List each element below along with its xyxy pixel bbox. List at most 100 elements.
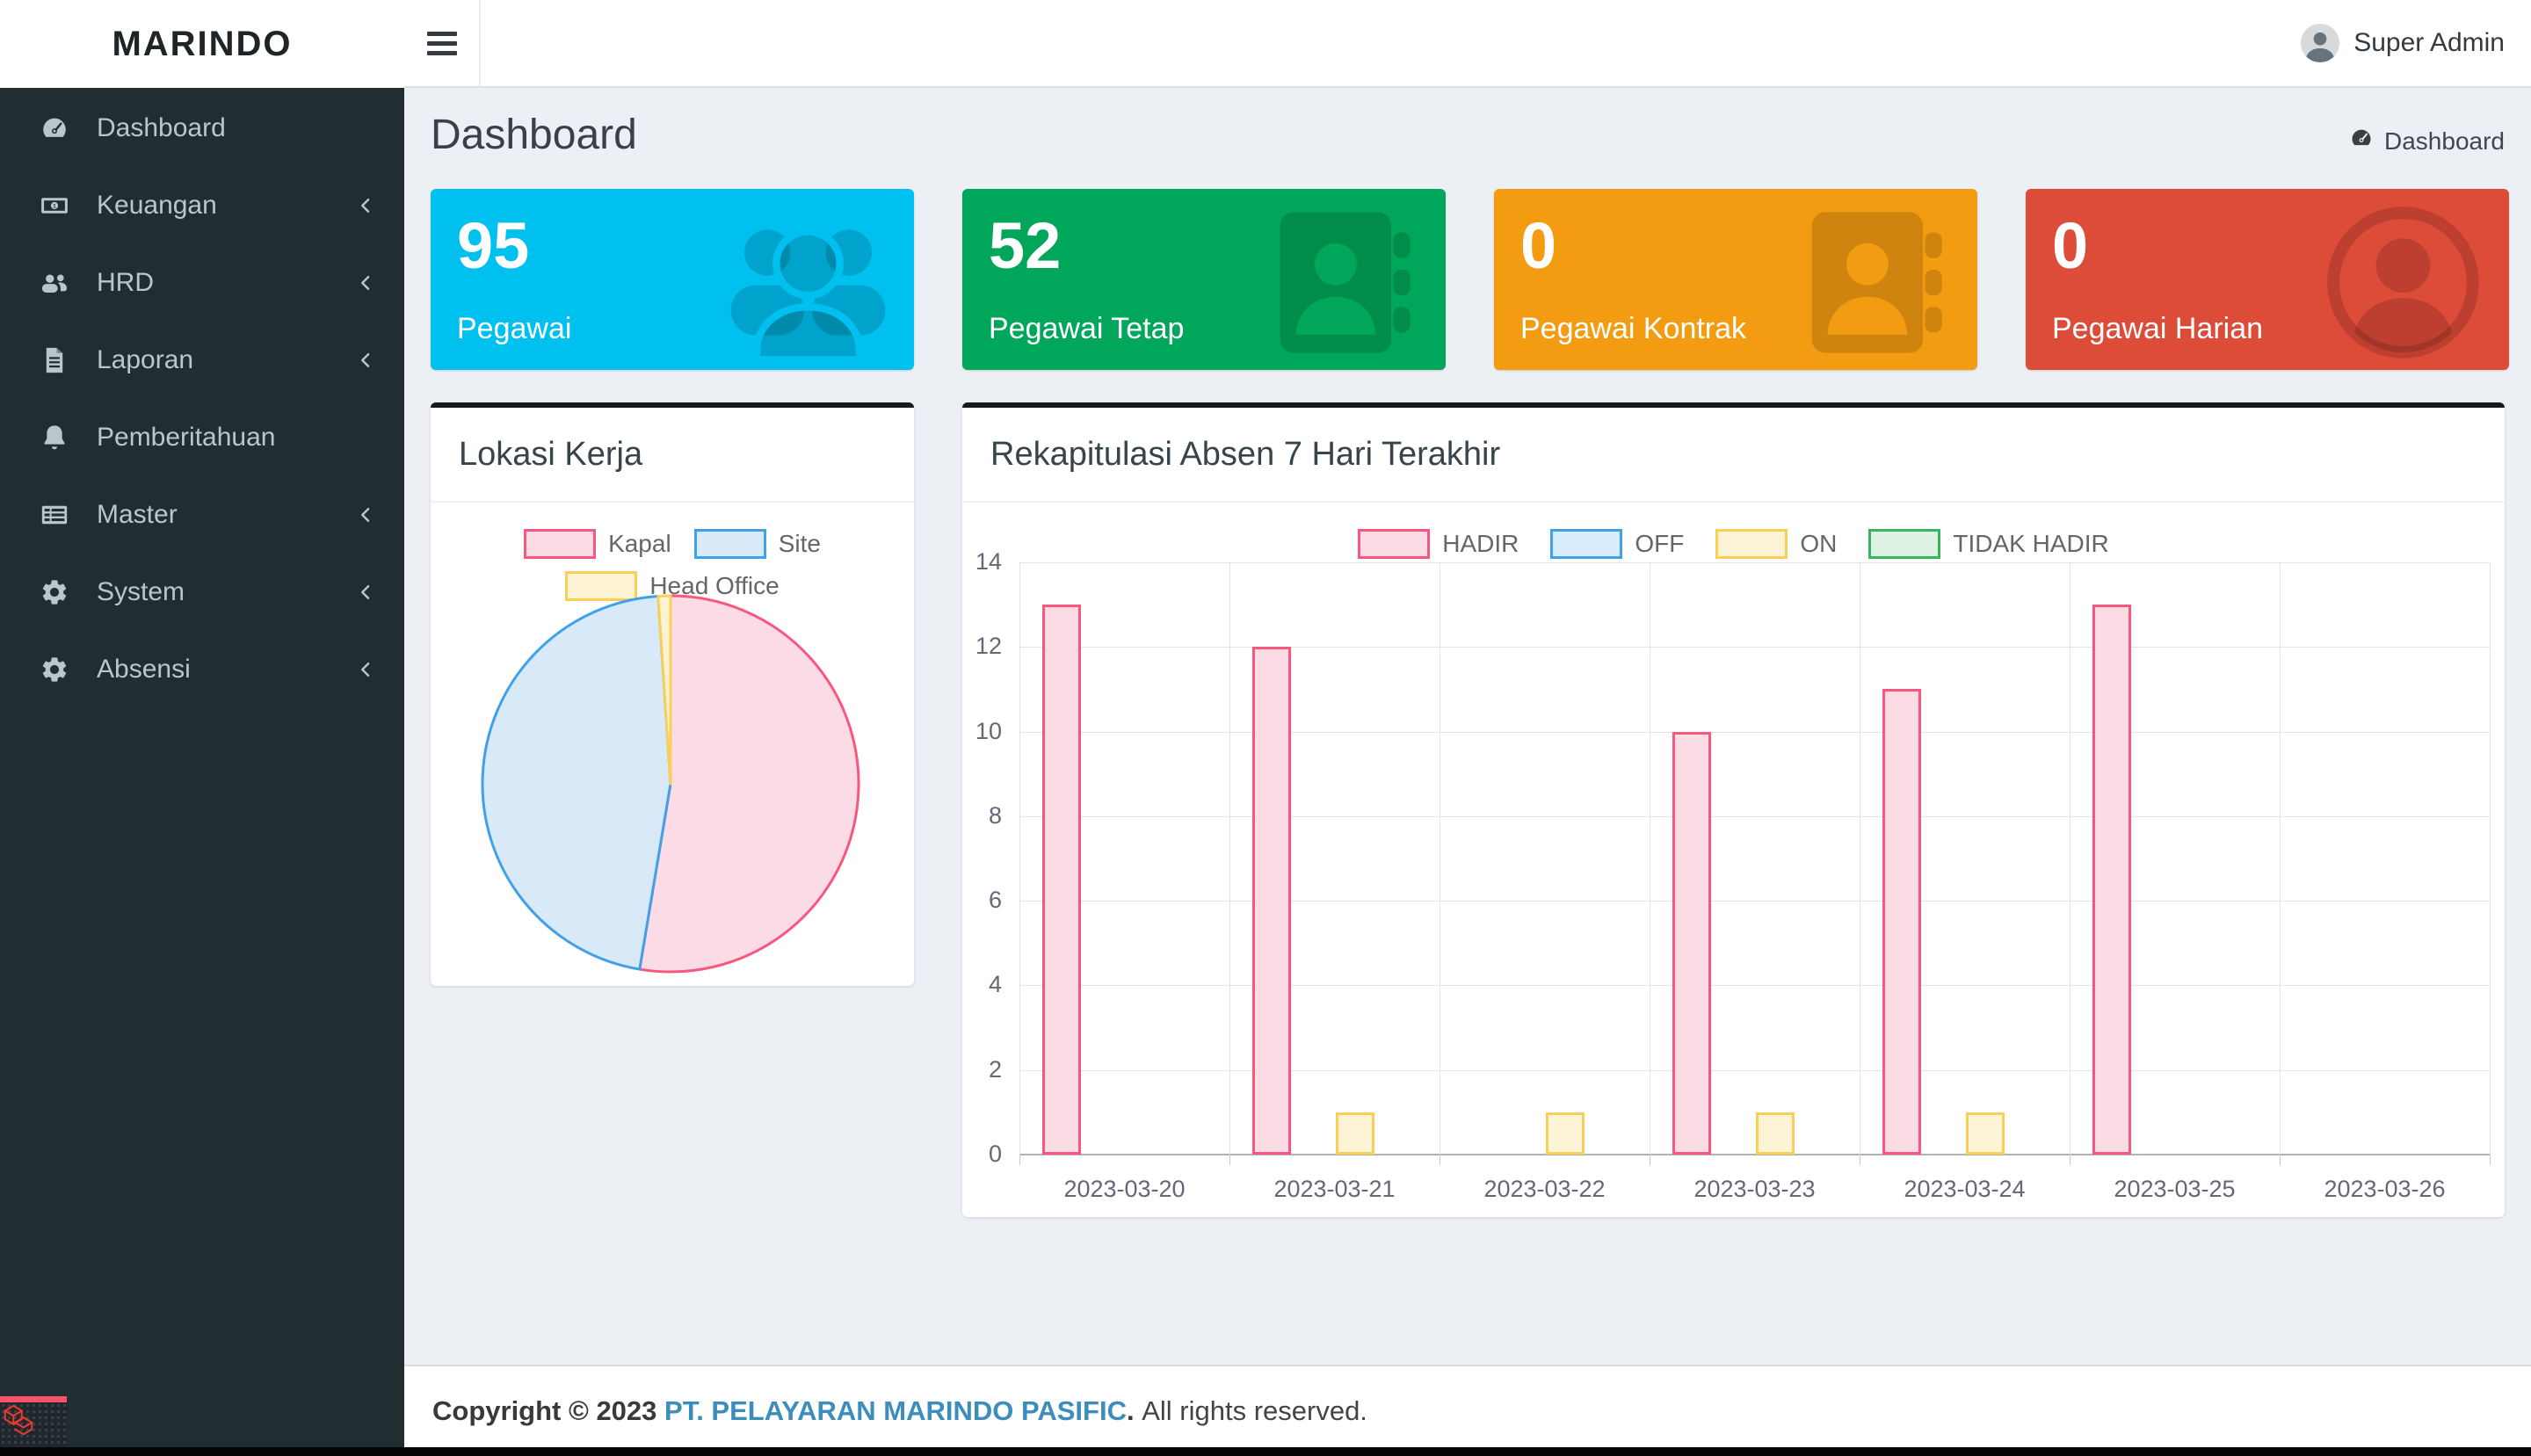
legend-item-on[interactable]: ON xyxy=(1715,529,1837,559)
legend-item-kapal[interactable]: Kapal xyxy=(524,529,671,559)
y-axis-tick-label: 8 xyxy=(951,802,1002,829)
company-link[interactable]: PT. PELAYARAN MARINDO PASIFIC xyxy=(664,1395,1127,1427)
gauge-icon xyxy=(37,113,72,143)
y-axis-tick-label: 6 xyxy=(951,887,1002,914)
y-axis-tick-label: 10 xyxy=(951,718,1002,745)
chevron-left-icon xyxy=(353,271,378,295)
debugbar-collapsed-strip xyxy=(0,1447,2531,1456)
gridline-vertical xyxy=(2490,562,2491,1155)
bar-on-2023-03-21 xyxy=(1336,1112,1374,1155)
stat-value: 0 xyxy=(2052,208,2088,283)
legend-swatch xyxy=(1868,529,1940,559)
sidebar-item-absensi[interactable]: Absensi xyxy=(0,631,404,708)
navbar-divider xyxy=(479,0,481,86)
user-circle-icon xyxy=(2322,201,2484,368)
legend-label: Site xyxy=(779,530,821,558)
sidebar-item-laporan[interactable]: Laporan xyxy=(0,322,404,399)
pie-slice-site xyxy=(482,596,671,969)
x-axis-category-label: 2023-03-24 xyxy=(1860,1176,2070,1203)
bar-on-2023-03-23 xyxy=(1756,1112,1795,1155)
stat-value: 0 xyxy=(1520,208,1556,283)
sidebar-item-system[interactable]: System xyxy=(0,554,404,631)
chevron-left-icon xyxy=(353,657,378,682)
users-icon xyxy=(37,268,72,298)
sidebar-item-master[interactable]: Master xyxy=(0,476,404,554)
sidebar-item-label: Dashboard xyxy=(97,113,378,143)
sidebar-item-keuangan[interactable]: 1 Keuangan xyxy=(0,167,404,244)
copyright-text: Copyright © 2023 xyxy=(432,1395,656,1427)
user-menu[interactable]: Super Admin xyxy=(2301,0,2505,86)
sidebar-item-pemberitahuan[interactable]: Pemberitahuan xyxy=(0,399,404,476)
stat-label: Pegawai Tetap xyxy=(989,312,1184,346)
footer-dot: . xyxy=(1127,1395,1135,1427)
legend-item-hadir[interactable]: HADIR xyxy=(1358,529,1519,559)
chevron-left-icon xyxy=(353,193,378,218)
legend-swatch xyxy=(1715,529,1788,559)
gear-icon xyxy=(37,577,72,607)
rights-text: All rights reserved. xyxy=(1142,1395,1367,1427)
stat-card-pegawai-harian: 0 Pegawai Harian xyxy=(2026,189,2509,370)
pie-chart xyxy=(468,582,873,986)
x-axis-category-label: 2023-03-22 xyxy=(1440,1176,1650,1203)
y-axis-tick-label: 12 xyxy=(951,633,1002,660)
sidebar-item-label: Keuangan xyxy=(97,191,353,221)
x-axis-category-label: 2023-03-23 xyxy=(1650,1176,1860,1203)
gridline-horizontal xyxy=(1019,562,2490,563)
legend-swatch xyxy=(1358,529,1430,559)
top-navbar: Super Admin xyxy=(404,0,2531,88)
bar-legend: HADIR OFF ON TIDAK HADIR xyxy=(962,529,2505,559)
legend-label: HADIR xyxy=(1442,530,1519,558)
laravel-debugbar-toggle[interactable] xyxy=(0,1396,67,1447)
sidebar-item-label: Absensi xyxy=(97,655,353,685)
user-avatar xyxy=(2301,24,2339,62)
lokasi-kerja-card: Lokasi Kerja KapalSiteHead Office xyxy=(431,402,914,986)
stat-value: 95 xyxy=(457,208,529,283)
chevron-left-icon xyxy=(353,503,378,527)
x-axis-tick xyxy=(2280,1155,2281,1165)
address-book-icon xyxy=(1790,201,1953,368)
sidebar-item-hrd[interactable]: HRD xyxy=(0,244,404,322)
stat-label: Pegawai Harian xyxy=(2052,312,2263,346)
sidebar: MARINDO Dashboard 1 Keuangan HRD LaporanPemb… xyxy=(0,0,404,1456)
gridline-vertical xyxy=(1019,562,1020,1155)
stat-card-pegawai: 95Pegawai xyxy=(431,189,914,370)
stat-card-pegawai-tetap: 52Pegawai Tetap xyxy=(962,189,1446,370)
table-list-icon xyxy=(37,500,72,530)
chevron-left-icon xyxy=(353,348,378,373)
x-axis-line xyxy=(1019,1154,2490,1155)
gridline-vertical xyxy=(2280,562,2281,1155)
x-axis-category-label: 2023-03-26 xyxy=(2280,1176,2490,1203)
breadcrumb[interactable]: Dashboard xyxy=(2349,126,2505,156)
page-title: Dashboard xyxy=(431,111,637,159)
rekapitulasi-absen-card: Rekapitulasi Absen 7 Hari Terakhir HADIR… xyxy=(962,402,2505,1217)
legend-item-site[interactable]: Site xyxy=(694,529,821,559)
bar-hadir-2023-03-23 xyxy=(1672,732,1711,1155)
bar-on-2023-03-22 xyxy=(1546,1112,1585,1155)
hamburger-icon[interactable] xyxy=(427,32,461,56)
brand-logo[interactable]: MARINDO xyxy=(0,0,404,88)
file-icon xyxy=(37,345,72,375)
gridline-horizontal xyxy=(1019,816,2490,817)
legend-swatch xyxy=(524,529,596,559)
legend-item-off[interactable]: OFF xyxy=(1550,529,1684,559)
bell-icon xyxy=(37,423,72,453)
bar-hadir-2023-03-25 xyxy=(2092,605,2131,1155)
breadcrumb-item: Dashboard xyxy=(2384,127,2505,156)
x-axis-tick xyxy=(1229,1155,1230,1165)
legend-item-tidak-hadir[interactable]: TIDAK HADIR xyxy=(1868,529,2108,559)
gridline-horizontal xyxy=(1019,985,2490,986)
y-axis-tick-label: 4 xyxy=(951,971,1002,998)
x-axis-category-label: 2023-03-21 xyxy=(1229,1176,1440,1203)
stat-label: Pegawai Kontrak xyxy=(1520,312,1746,346)
legend-swatch xyxy=(1550,529,1622,559)
gridline-horizontal xyxy=(1019,901,2490,902)
app-root: MARINDO Dashboard 1 Keuangan HRD LaporanPemb… xyxy=(0,0,2531,1456)
sidebar-item-label: HRD xyxy=(97,268,353,298)
sidebar-item-dashboard[interactable]: Dashboard xyxy=(0,90,404,167)
x-axis-category-label: 2023-03-25 xyxy=(2070,1176,2280,1203)
money-bill-icon: 1 xyxy=(37,191,72,221)
svg-text:1: 1 xyxy=(53,203,56,209)
gauge-icon xyxy=(2349,126,2374,156)
x-axis-tick xyxy=(1019,1155,1020,1165)
y-axis-tick-label: 0 xyxy=(951,1141,1002,1168)
